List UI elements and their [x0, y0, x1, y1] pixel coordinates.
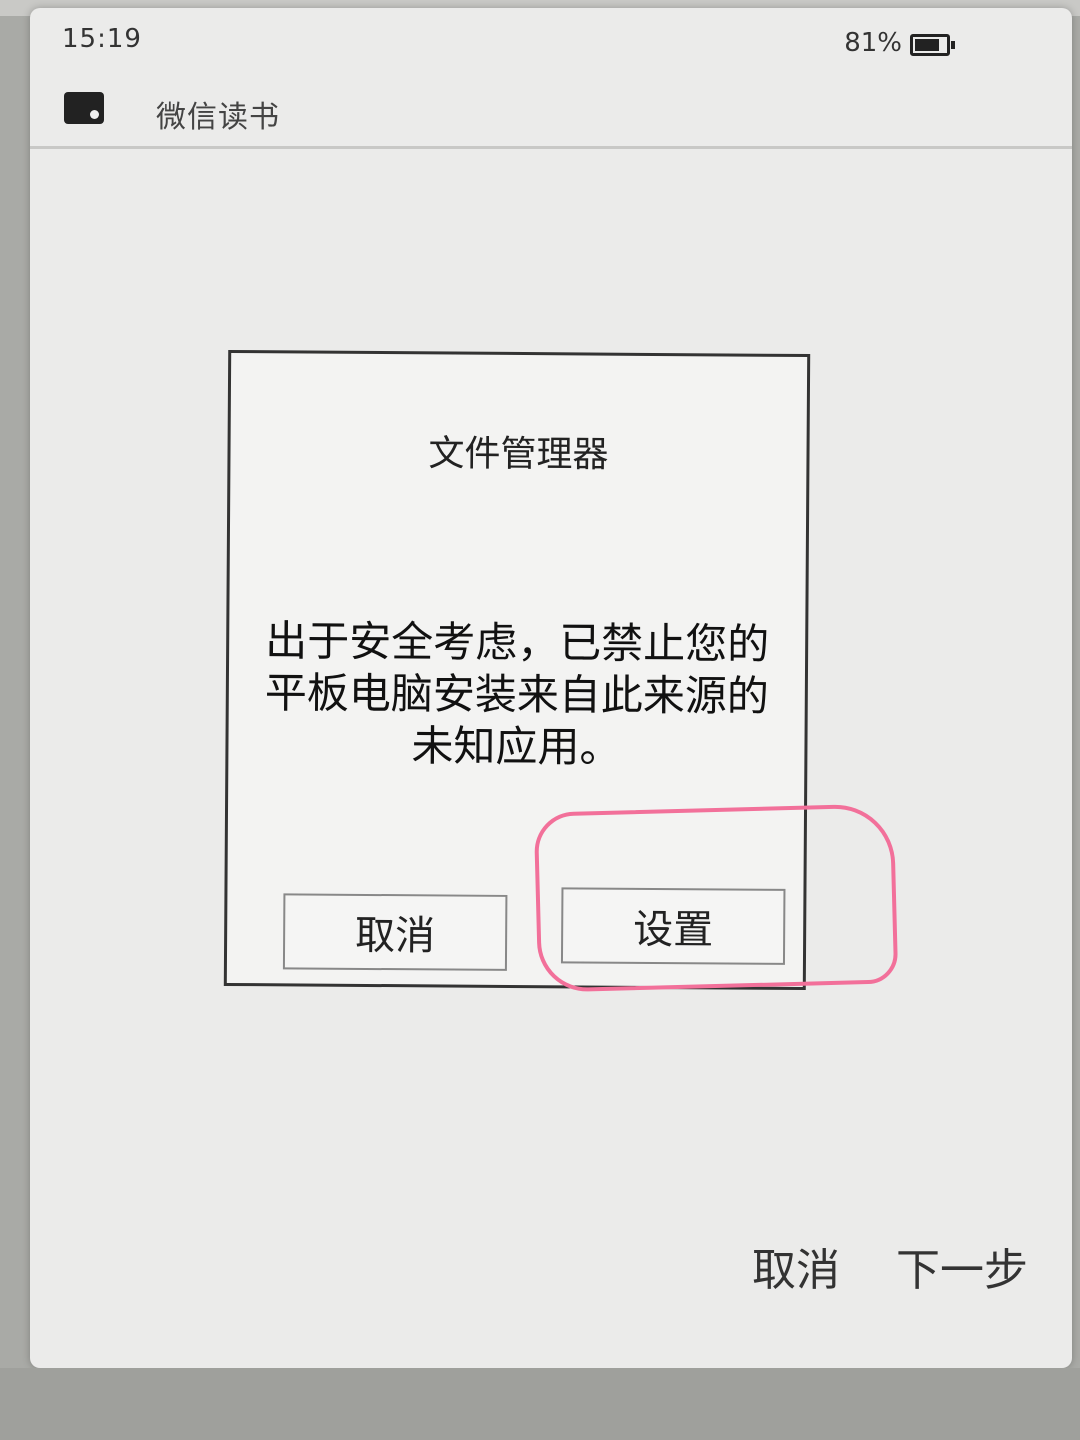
install-blocked-dialog: 文件管理器 出于安全考虑，已禁止您的平板电脑安装来自此来源的未知应用。 取消 设…: [223, 349, 811, 991]
app-title: 微信读书: [156, 100, 280, 135]
dialog-settings-button[interactable]: 设置: [560, 887, 786, 965]
battery-icon: [910, 34, 955, 56]
app-header: 微信读书: [30, 76, 1072, 149]
footer-actions: 取消 下一步: [710, 1234, 1028, 1298]
dialog-title: 文件管理器: [428, 433, 609, 476]
footer-cancel-button[interactable]: 取消: [752, 1245, 840, 1296]
status-time: 15:19: [62, 24, 142, 54]
status-bar: 15:19 81%: [30, 8, 1072, 78]
device-bezel-bottom: [0, 1368, 1080, 1440]
book-icon: [64, 92, 104, 124]
battery-percentage: 81%: [844, 28, 902, 58]
footer-next-button[interactable]: 下一步: [896, 1245, 1028, 1296]
dialog-message: 出于安全考虑，已禁止您的平板电脑安装来自此来源的未知应用。: [264, 616, 770, 772]
dialog-cancel-button[interactable]: 取消: [282, 893, 508, 971]
device-screen: 15:19 81% 微信读书 文件管理器 出于安全考虑，已禁止您的平板电脑安装来…: [30, 8, 1072, 1368]
